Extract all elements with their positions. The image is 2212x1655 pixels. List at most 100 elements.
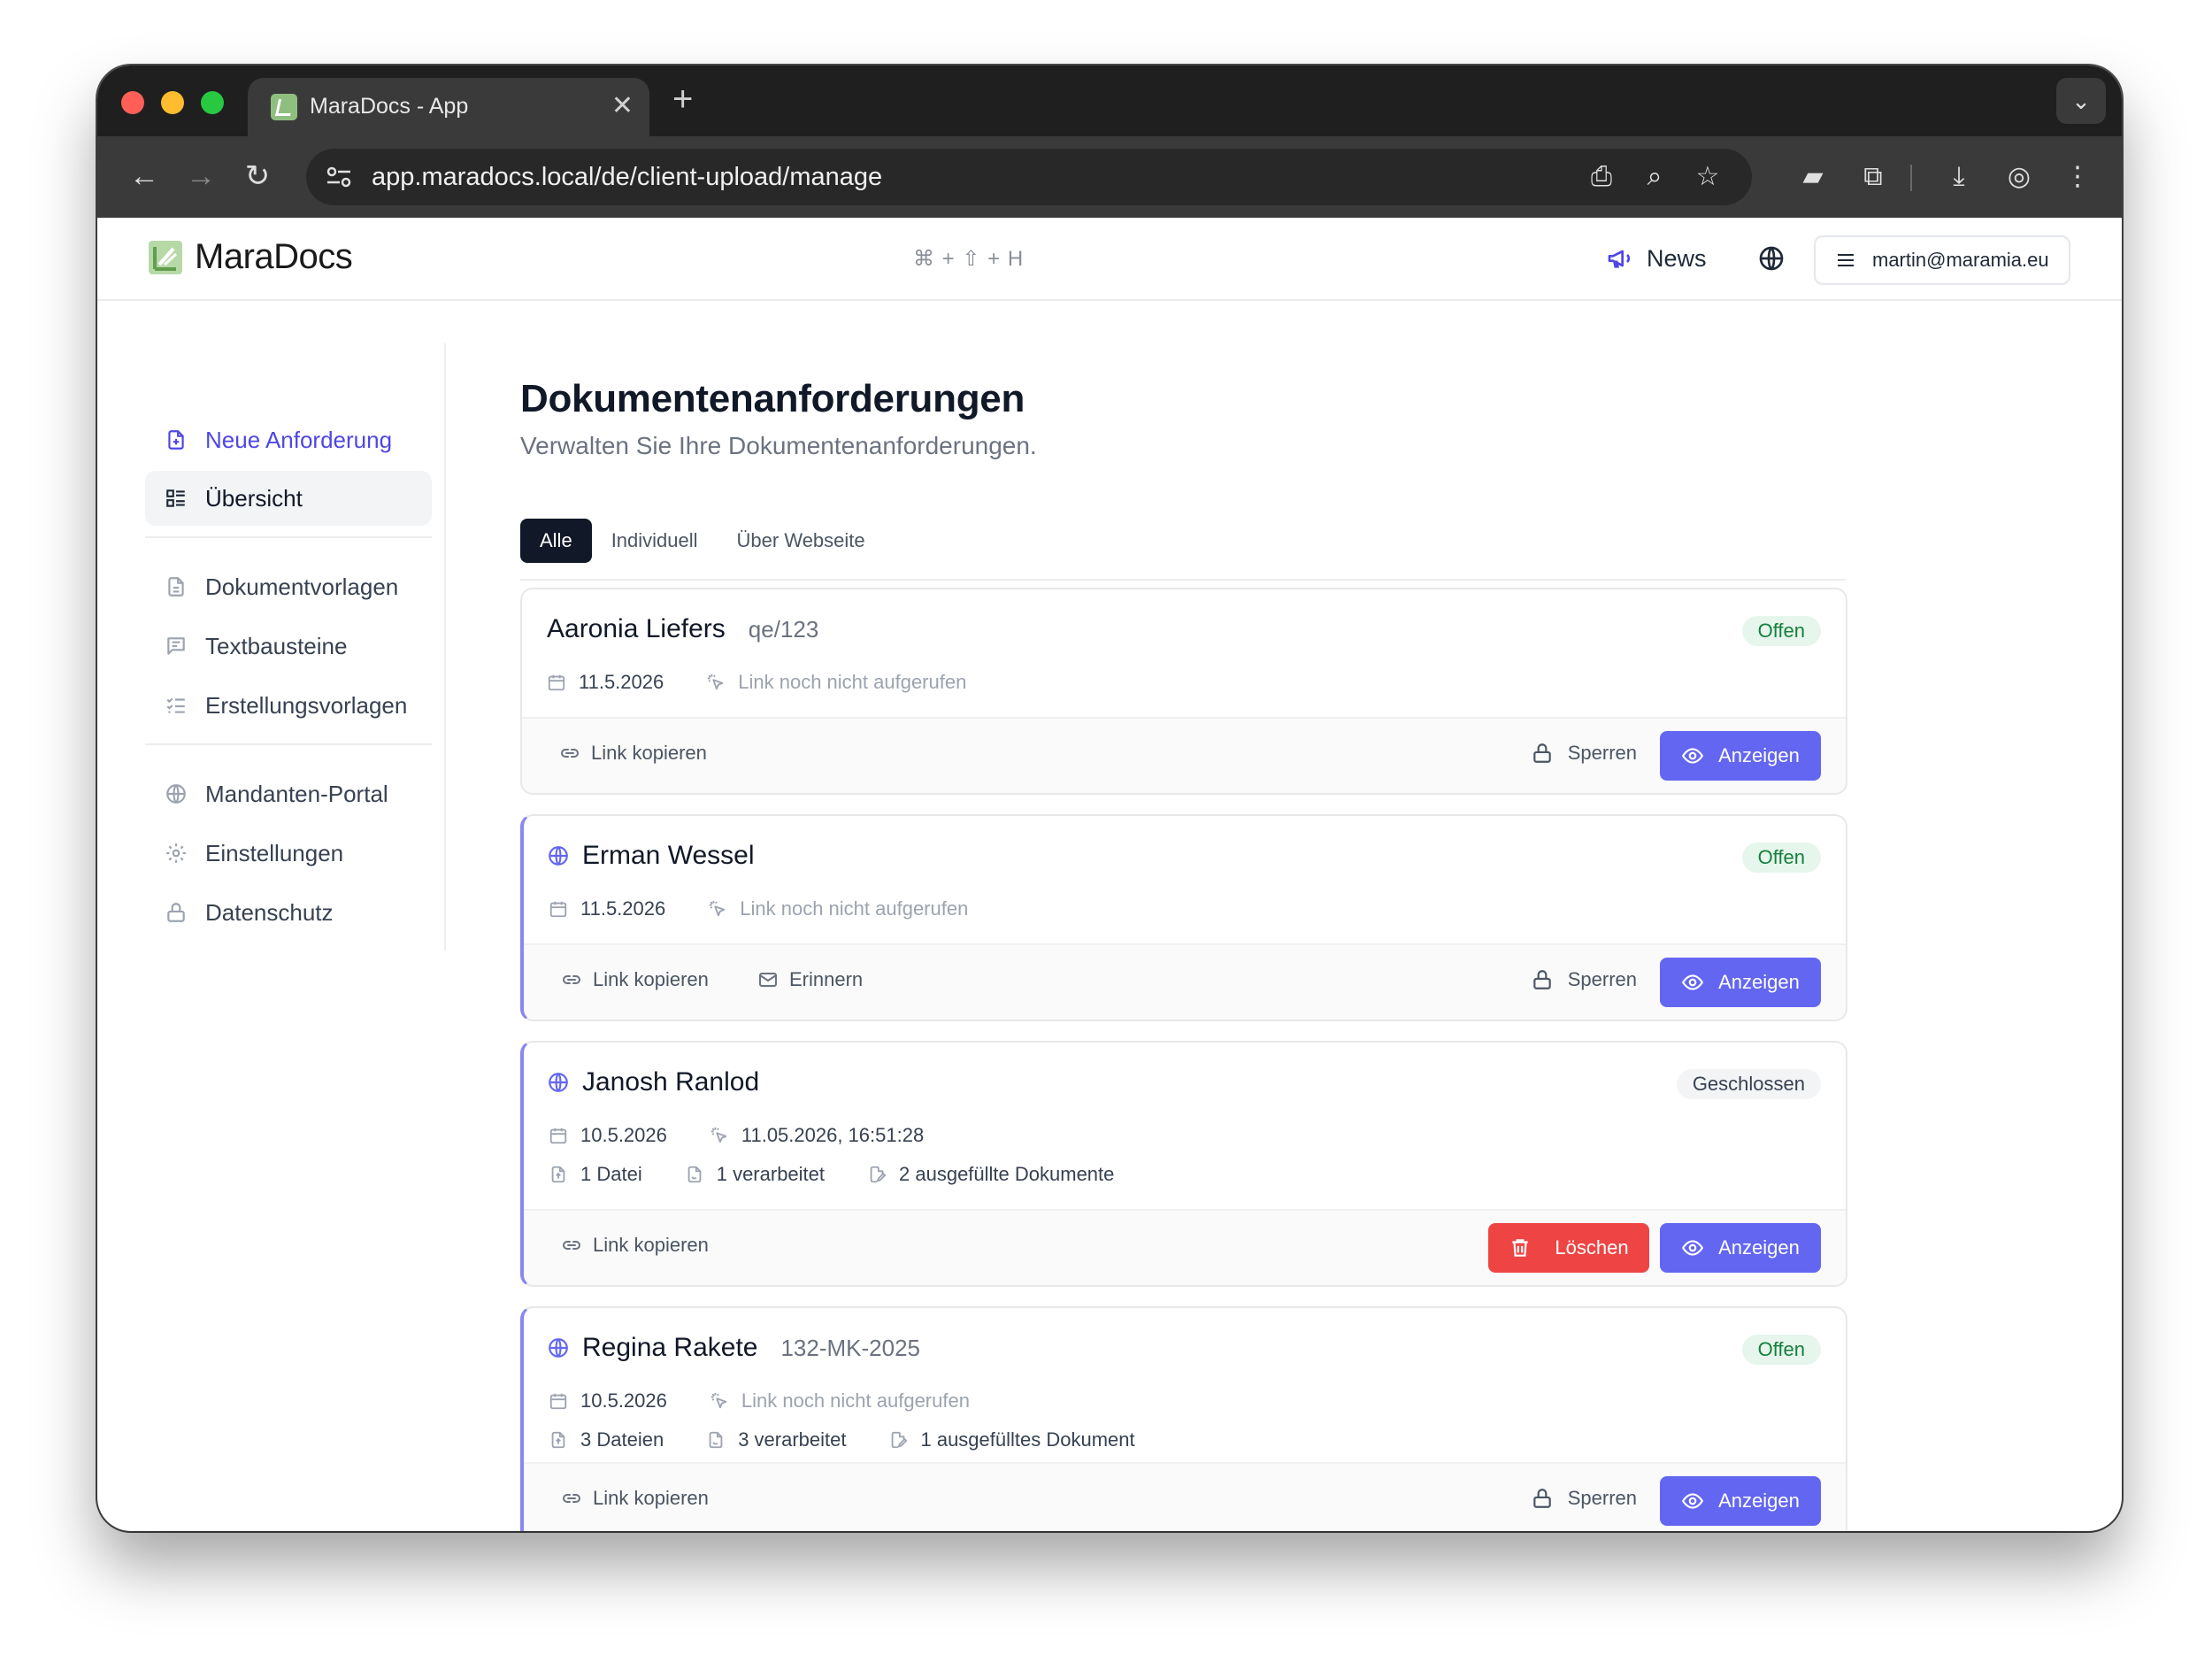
sidebar-item-erstellungsvorlagen[interactable]: Erstellungsvorlagen	[145, 678, 432, 733]
copy-link-label: Link kopieren	[593, 968, 709, 990]
globe-icon	[547, 844, 570, 867]
sidebar-item-einstellungen[interactable]: Einstellungen	[145, 826, 432, 881]
copy-link-button[interactable]: Link kopieren	[561, 968, 709, 991]
sidebar-item-uebersicht[interactable]: Übersicht	[145, 471, 432, 526]
favicon-icon	[271, 94, 297, 120]
link-icon	[559, 743, 580, 764]
language-globe-icon[interactable]	[1757, 244, 1786, 273]
view-button[interactable]: Anzeigen	[1660, 1476, 1821, 1526]
card-files-row: 1 Datei 1 verarbeitet 2 ausgefüllte Doku…	[549, 1163, 1114, 1186]
extension-badge-icon[interactable]: ▰	[1793, 159, 1832, 195]
tab-ueber-webseite[interactable]: Über Webseite	[718, 519, 885, 563]
globe-icon	[547, 1071, 570, 1094]
reload-icon[interactable]: ↻	[235, 154, 280, 198]
remind-button[interactable]: Erinnern	[757, 968, 863, 991]
tab-alle[interactable]: Alle	[520, 519, 592, 563]
delete-button[interactable]: Löschen	[1488, 1223, 1649, 1273]
new-tab-icon[interactable]: +	[672, 80, 693, 119]
app-header: MaraDocs ⌘ + ⇧ + H News martin@maramia.e…	[97, 218, 2122, 301]
remind-label: Erinnern	[789, 968, 864, 990]
sidebar-item-neue-anforderung[interactable]: Neue Anforderung	[145, 412, 432, 467]
link-status: Link noch nicht aufgerufen	[740, 897, 969, 920]
copy-link-button[interactable]: Link kopieren	[561, 1487, 709, 1510]
zoom-icon[interactable]: ⌕	[1637, 161, 1672, 193]
link-icon	[561, 1488, 582, 1509]
bookmark-star-icon[interactable]: ☆	[1690, 161, 1725, 193]
mail-icon	[757, 969, 779, 990]
more-menu-icon[interactable]: ⋮	[2058, 159, 2097, 195]
url-text[interactable]: app.maradocs.local/de/client-upload/mana…	[372, 163, 882, 192]
site-settings-icon[interactable]	[326, 165, 352, 189]
user-email: martin@maramia.eu	[1872, 249, 2049, 271]
maximize-window-button[interactable]	[201, 91, 224, 114]
user-menu-button[interactable]: martin@maramia.eu	[1814, 235, 2070, 285]
file-edit-icon	[867, 1165, 887, 1184]
click-icon	[708, 899, 727, 919]
link-icon	[561, 1235, 582, 1256]
processed-count: 1 verarbeitet	[716, 1163, 826, 1185]
view-button[interactable]: Anzeigen	[1660, 1223, 1821, 1273]
megaphone-icon	[1608, 250, 1631, 268]
chevron-down-icon[interactable]: ⌄	[2056, 78, 2106, 124]
hamburger-menu-icon	[1838, 254, 1854, 266]
file-processed-icon	[706, 1430, 726, 1450]
file-upload-icon	[549, 1430, 568, 1450]
sidebar-item-label: Neue Anforderung	[205, 426, 393, 453]
file-count: 3 Dateien	[580, 1428, 664, 1451]
request-card: Aaronia Liefers qe/123 Offen 11.5.2026 L…	[520, 588, 1847, 795]
lock-icon	[1531, 1487, 1554, 1510]
close-window-button[interactable]	[121, 91, 144, 114]
puzzle-icon[interactable]: ⧉	[1854, 159, 1893, 195]
client-name: Aaronia Liefers	[547, 614, 726, 643]
profile-icon[interactable]: ◎	[2000, 159, 2039, 195]
view-button[interactable]: Anzeigen	[1660, 731, 1821, 781]
brand-name[interactable]: MaraDocs	[195, 237, 353, 277]
tabs-divider	[520, 579, 1846, 581]
file-plus-icon	[168, 430, 184, 450]
lock-button[interactable]: Sperren	[1531, 742, 1637, 765]
sidebar-item-dokumentvorlagen[interactable]: Dokumentvorlagen	[145, 559, 432, 614]
minimize-window-button[interactable]	[161, 91, 184, 114]
copy-link-button[interactable]: Link kopieren	[561, 1234, 709, 1257]
file-processed-icon	[685, 1165, 704, 1184]
sidebar-item-datenschutz[interactable]: Datenschutz	[145, 885, 432, 940]
sidebar-item-label: Übersicht	[205, 484, 303, 512]
download-icon[interactable]: ⤓	[1939, 159, 1978, 195]
lock-label: Sperren	[1567, 742, 1637, 764]
card-meta-row: 11.5.2026 Link noch nicht aufgerufen	[547, 671, 966, 694]
eye-icon	[1681, 744, 1704, 767]
card-meta-row: 11.5.2026 Link noch nicht aufgerufen	[549, 897, 968, 920]
status-badge: Offen	[1741, 843, 1821, 873]
close-tab-icon[interactable]: ✕	[611, 89, 634, 124]
copy-link-button[interactable]: Link kopieren	[559, 742, 707, 765]
lock-button[interactable]: Sperren	[1531, 968, 1637, 991]
client-name: Erman Wessel	[582, 841, 755, 870]
back-arrow-icon[interactable]: ←	[122, 154, 166, 198]
calendar-icon	[549, 899, 568, 919]
news-button[interactable]: News	[1606, 241, 1707, 276]
request-date: 11.5.2026	[579, 671, 664, 693]
card-footer: Link kopieren Erinnern Sperren Anzeigen	[524, 943, 1846, 1020]
address-bar[interactable]: app.maradocs.local/de/client-upload/mana…	[306, 149, 1752, 205]
card-header: Janosh Ranlod	[547, 1067, 759, 1097]
filled-count: 1 ausgefülltes Dokument	[920, 1428, 1135, 1451]
status-badge: Offen	[1741, 616, 1821, 646]
sidebar-item-textbausteine[interactable]: Textbausteine	[145, 619, 432, 674]
keyboard-shortcut-hint: ⌘ + ⇧ + H	[913, 247, 1025, 271]
forward-arrow-icon[interactable]: →	[179, 154, 223, 198]
client-reference: qe/123	[748, 615, 819, 643]
install-app-icon[interactable]: ⎙	[1584, 161, 1619, 193]
maradocs-logo-icon	[149, 241, 182, 274]
lock-button[interactable]: Sperren	[1531, 1487, 1637, 1510]
sidebar-item-label: Einstellungen	[205, 839, 344, 866]
lock-icon	[167, 903, 185, 922]
client-name: Janosh Ranlod	[582, 1067, 760, 1097]
message-square-icon	[167, 637, 185, 655]
click-icon	[710, 1126, 729, 1145]
tab-individuell[interactable]: Individuell	[592, 519, 718, 563]
browser-window: MaraDocs - App ✕ + ⌄ ← → ↻ app.maradocs.…	[97, 65, 2122, 1531]
view-button[interactable]: Anzeigen	[1660, 958, 1821, 1007]
browser-tab[interactable]: MaraDocs - App ✕	[248, 78, 649, 136]
sidebar-item-mandanten-portal[interactable]: Mandanten-Portal	[145, 766, 432, 821]
brand-name-part1: Mara	[195, 237, 274, 276]
